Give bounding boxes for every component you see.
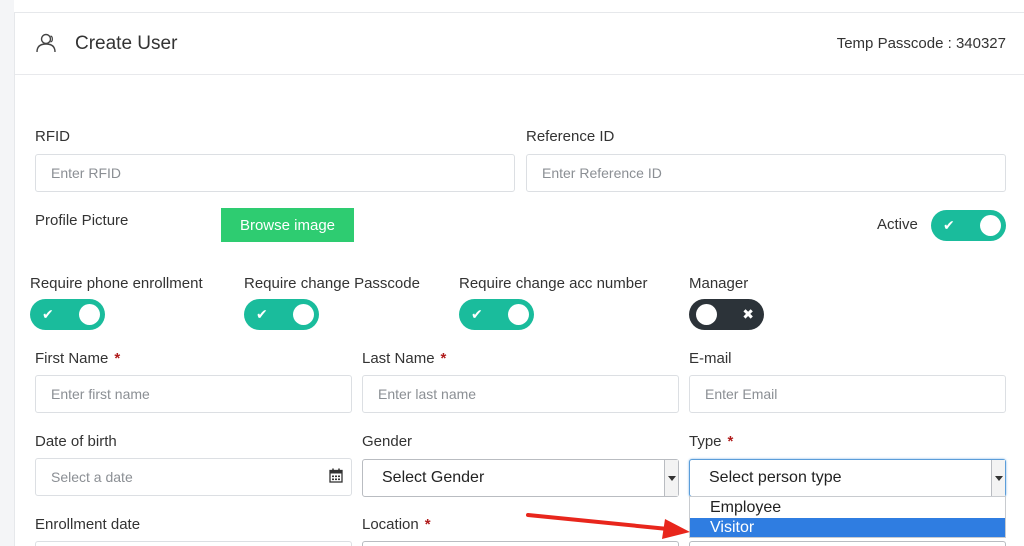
active-label: Active — [877, 216, 918, 233]
reference-id-label: Reference ID — [526, 128, 615, 145]
rfid-label: RFID — [35, 128, 70, 145]
card-header: Create User Temp Passcode : 340327 — [15, 13, 1024, 75]
rfid-input[interactable] — [35, 154, 515, 192]
required-mark: * — [440, 350, 447, 367]
require-phone-enrollment-label: Require phone enrollment — [30, 275, 203, 292]
location-select[interactable] — [362, 541, 679, 546]
create-user-card: Create User Temp Passcode : 340327 RFID … — [14, 12, 1024, 546]
type-select[interactable]: Select person type — [689, 459, 1006, 497]
last-name-input[interactable] — [362, 375, 679, 413]
first-name-label: First Name * — [35, 350, 121, 367]
first-name-input[interactable] — [35, 375, 352, 413]
dob-input[interactable] — [35, 458, 352, 496]
calendar-icon — [329, 468, 343, 483]
toggle-knob — [980, 215, 1001, 236]
gender-label: Gender — [362, 433, 413, 450]
check-icon: ✔ — [256, 306, 268, 322]
temp-passcode: Temp Passcode : 340327 — [836, 35, 1006, 52]
email-label: E-mail — [689, 350, 732, 367]
page-title: Create User — [75, 33, 178, 54]
dob-label: Date of birth — [35, 433, 117, 450]
type-dropdown-list[interactable]: Employee Visitor — [689, 496, 1006, 538]
dob-field[interactable] — [35, 458, 352, 496]
user-icon — [36, 33, 56, 53]
annotation-arrow-icon — [526, 513, 690, 539]
manager-toggle[interactable]: ✖ — [689, 299, 764, 330]
active-toggle[interactable]: ✔ — [931, 210, 1006, 241]
required-mark: * — [424, 516, 431, 533]
type-label: Type * — [689, 433, 734, 450]
type-selected-value: Select person type — [709, 469, 842, 486]
enrollment-date-input[interactable] — [35, 541, 352, 546]
require-change-passcode-toggle[interactable]: ✔ — [244, 299, 319, 330]
require-change-acc-number-toggle[interactable]: ✔ — [459, 299, 534, 330]
hidden-select-behind-dropdown[interactable] — [689, 541, 1006, 546]
chevron-down-icon — [664, 460, 678, 496]
type-option-visitor[interactable]: Visitor — [690, 518, 1005, 537]
required-mark: * — [114, 350, 121, 367]
require-change-passcode-label: Require change Passcode — [244, 275, 420, 292]
check-icon: ✔ — [943, 217, 955, 233]
toggle-knob — [508, 304, 529, 325]
profile-picture-label: Profile Picture — [35, 212, 129, 229]
toggle-knob — [293, 304, 314, 325]
last-name-label: Last Name * — [362, 350, 447, 367]
cross-icon: ✖ — [742, 306, 754, 322]
manager-label: Manager — [689, 275, 749, 292]
toggle-knob — [79, 304, 100, 325]
type-option-employee[interactable]: Employee — [690, 498, 1005, 517]
gender-select[interactable]: Select Gender — [362, 459, 679, 497]
toggle-knob — [696, 304, 717, 325]
gender-selected-value: Select Gender — [382, 469, 485, 486]
reference-id-input[interactable] — [526, 154, 1006, 192]
chevron-down-icon — [991, 460, 1005, 496]
require-phone-enrollment-toggle[interactable]: ✔ — [30, 299, 105, 330]
email-input[interactable] — [689, 375, 1006, 413]
location-label: Location * — [362, 516, 431, 533]
required-mark: * — [727, 433, 734, 450]
check-icon: ✔ — [42, 306, 54, 322]
page-background-strip — [0, 0, 14, 546]
browse-image-button[interactable]: Browse image — [221, 208, 354, 242]
enrollment-date-label: Enrollment date — [35, 516, 141, 533]
require-change-acc-number-label: Require change acc number — [459, 275, 648, 292]
check-icon: ✔ — [471, 306, 483, 322]
